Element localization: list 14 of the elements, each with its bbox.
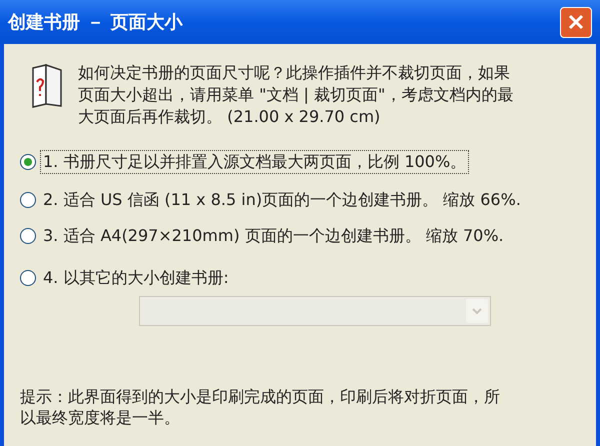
- radio-button[interactable]: [20, 270, 36, 286]
- close-icon: [568, 14, 584, 30]
- option-label[interactable]: 4. 以其它的大小创建书册:: [40, 266, 232, 290]
- option-label[interactable]: 3. 适合 A4(297×210mm) 页面的一个边创建书册。 缩放 70%.: [40, 224, 507, 248]
- folded-page-icon: [30, 64, 64, 108]
- intro-text: 如何决定书册的页面尺寸呢？此操作插件并不裁切页面，如果 页面大小超出，请用菜单 "文档 | 裁切页面"，考虑文档内的最 大页面后再作裁切。 (21.00 x 29.70 cm): [78, 62, 514, 128]
- radio-button[interactable]: [20, 192, 36, 208]
- option-label[interactable]: 1. 书册尺寸足以并排置入源文档最大两页面，比例 100%。: [40, 150, 470, 174]
- close-button[interactable]: [560, 6, 592, 38]
- window-title: 创建书册 － 页面大小: [8, 10, 183, 34]
- radio-button[interactable]: [20, 228, 36, 244]
- radio-button[interactable]: [20, 154, 36, 170]
- hint-text: 提示：此界面得到的大小是印刷完成的页面，印刷后将对折页面，所 以最终宽度将是一半。: [20, 386, 501, 428]
- option-label[interactable]: 2. 适合 US 信函 (11 x 8.5 in)页面的一个边创建书册。 缩放 66%.: [40, 188, 524, 212]
